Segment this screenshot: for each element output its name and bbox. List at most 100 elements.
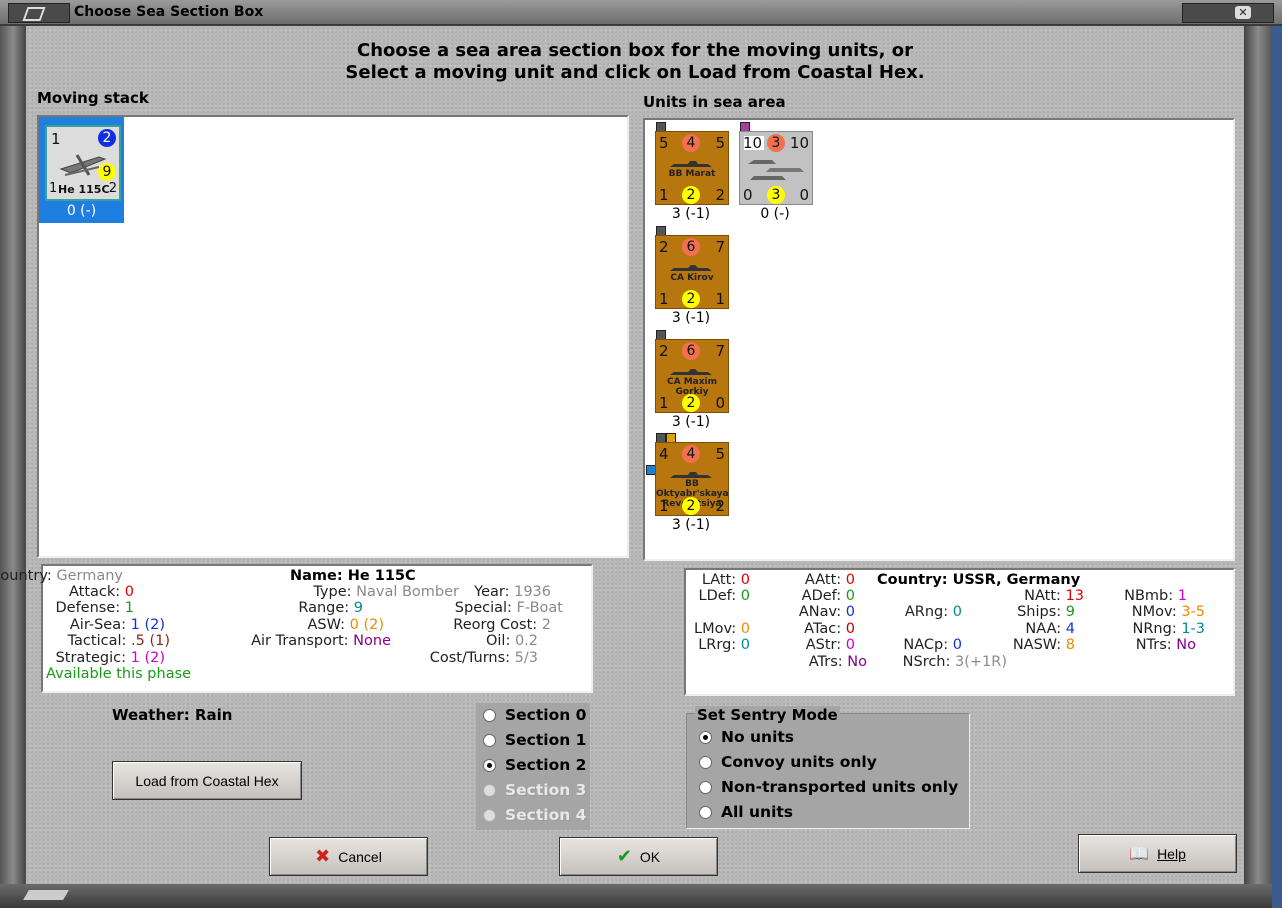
help-book-icon: 📖 — [1129, 845, 1150, 863]
sentry-non-transported-radio[interactable]: Non-transported units only — [699, 778, 958, 796]
nrng-row: NRng: 1-3 — [1132, 621, 1206, 637]
sea-area-info-panel: LAtt: 0 LDef: 0 LMov: 0 LRrg: 0 AAtt: 0 … — [684, 568, 1235, 696]
sentry-convoy-units-radio[interactable]: Convoy units only — [699, 753, 877, 771]
counter-top-left: 2 — [659, 238, 669, 256]
counter-caption: 3 (-1) — [671, 206, 711, 222]
arng-row: ARng: 0 — [904, 604, 962, 620]
counter-bottom-right: 2 — [715, 186, 725, 204]
radio-icon — [699, 755, 712, 769]
nasw-row: NASW: 8 — [1012, 637, 1075, 653]
counter-caption: 3 (-1) — [671, 310, 711, 326]
type-row: Type: Naval Bomber — [313, 584, 459, 600]
attack-row: Attack: 0 — [68, 584, 134, 600]
close-button[interactable]: ✕ — [1182, 3, 1274, 23]
counter-bottom-left: 0 — [743, 186, 753, 204]
section-1-radio[interactable]: Section 1 — [483, 731, 586, 749]
ldef-row: LDef: 0 — [698, 588, 750, 604]
close-icon: ✕ — [1235, 6, 1251, 19]
unit-counter-he115c: 1 2 9 1 He 115C 2 — [45, 125, 121, 201]
airsea-row: Air-Sea: 1 (2) — [69, 617, 165, 633]
counter-bottom-center: 2 — [682, 186, 700, 204]
unit-bottom-left: 1 — [49, 181, 58, 196]
unit-top-right: 2 — [98, 129, 116, 147]
load-from-coastal-hex-button[interactable]: Load from Coastal Hex — [112, 761, 302, 800]
sentry-no-units-radio[interactable]: No units — [699, 728, 794, 746]
counter-bottom-left: 1 — [659, 394, 669, 412]
counter-top-left: 10 — [743, 134, 763, 152]
lmov-row: LMov: 0 — [694, 621, 750, 637]
section-radio-group: Section 0 Section 1 Section 2 Section 3 … — [476, 703, 590, 830]
counter-caption: 3 (-1) — [671, 517, 711, 533]
radio-icon — [699, 780, 712, 794]
unit-counter[interactable]: 5 4 5 BB Marat 1 2 2 — [655, 131, 729, 205]
nacp-row: NACp: 0 — [903, 637, 962, 653]
country-row: Country: Germany — [0, 568, 123, 584]
moving-stack-list[interactable]: 1 2 9 1 He 115C 2 0 (-) — [37, 115, 629, 558]
aatt-row: AAtt: 0 — [804, 572, 855, 588]
sentry-mode-group: Set Sentry Mode No units Convoy units on… — [686, 706, 970, 829]
adef-row: ADef: 0 — [801, 588, 855, 604]
section-2-radio[interactable]: Section 2 — [483, 756, 586, 774]
transport-fleet-icon — [748, 160, 804, 180]
counter-bottom-right: 2 — [715, 497, 725, 515]
oil-row: Oil: 0.2 — [485, 633, 538, 649]
nbmb-row: NBmb: 1 — [1124, 588, 1187, 604]
sea-area-label: Units in sea area — [643, 93, 786, 111]
defense-row: Defense: 1 — [55, 600, 134, 616]
window-menu-icon[interactable] — [8, 3, 70, 23]
cancel-button[interactable]: ✖ Cancel — [269, 837, 428, 876]
air-transport-row: Air Transport: None — [251, 633, 391, 649]
radio-selected-icon — [483, 758, 496, 772]
instruction-line-2: Select a moving unit and click on Load f… — [345, 62, 925, 83]
counter-top-center: 6 — [682, 238, 700, 256]
counter-bottom-center: 2 — [682, 394, 700, 412]
radio-icon — [699, 805, 712, 819]
battleship-icon — [670, 472, 712, 478]
special-row: Special: F-Boat — [454, 600, 563, 616]
anav-row: ANav: 0 — [798, 604, 855, 620]
atac-row: ATac: 0 — [804, 621, 855, 637]
counter-top-right: 10 — [789, 134, 809, 152]
unit-counter[interactable]: 4 4 5 BB Oktyabr'skaya Revolutsiya 1 2 2 — [655, 442, 729, 516]
window-frame-bottom — [0, 884, 1272, 908]
asw-row: ASW: 0 (2) — [307, 617, 385, 633]
availability-status: Available this phase — [46, 666, 192, 682]
nmov-row: NMov: 3-5 — [1131, 604, 1205, 620]
section-3-radio: Section 3 — [483, 781, 586, 799]
title-bar: Choose Sea Section Box ✕ — [0, 0, 1282, 26]
section-0-radio[interactable]: Section 0 — [483, 706, 586, 724]
counter-bottom-center: 2 — [682, 290, 700, 308]
counter-top-right: 5 — [715, 445, 725, 463]
radio-icon — [483, 708, 496, 722]
help-button[interactable]: 📖 Help — [1078, 834, 1237, 873]
radio-selected-icon — [699, 730, 712, 744]
sea-area-list[interactable]: 5 4 5 BB Marat 1 2 2 3 (-1) 10 3 10 0 3 … — [643, 118, 1235, 561]
latt-row: LAtt: 0 — [701, 572, 750, 588]
window-frame-left — [0, 26, 26, 896]
counter-bottom-center: 2 — [682, 497, 700, 515]
counter-bottom-center: 3 — [767, 186, 785, 204]
radio-icon — [483, 783, 496, 797]
dialog-panel: Choose a sea area section box for the mo… — [0, 26, 1244, 884]
unit-info-panel: Country: Germany Attack: 0 Defense: 1 Ai… — [0, 564, 593, 693]
range-row: Range: 9 — [298, 600, 363, 616]
sentry-mode-title: Set Sentry Mode — [695, 706, 840, 724]
ok-button[interactable]: ✔ OK — [559, 837, 718, 876]
unit-counter[interactable]: 2 6 7 CA Maxim Gorkiy 1 2 0 — [655, 339, 729, 413]
sentry-all-units-radio[interactable]: All units — [699, 803, 793, 821]
counter-top-center: 6 — [682, 342, 700, 360]
unit-name: He 115C — [58, 183, 110, 196]
counter-top-center: 4 — [682, 134, 700, 152]
battleship-icon — [670, 161, 712, 167]
counter-top-left: 5 — [659, 134, 669, 152]
counter-top-center: 4 — [682, 445, 700, 463]
name-row: Name: He 115C — [290, 568, 416, 584]
ships-row: Ships: 9 — [1017, 604, 1075, 620]
unit-counter[interactable]: 10 3 10 0 3 0 — [739, 131, 813, 205]
counter-top-center: 3 — [767, 134, 785, 152]
unit-counter[interactable]: 2 6 7 CA Kirov 1 2 1 — [655, 235, 729, 309]
moving-unit-selected[interactable]: 1 2 9 1 He 115C 2 0 (-) — [39, 117, 124, 223]
instruction-line-1: Choose a sea area section box for the mo… — [357, 40, 913, 61]
natt-row: NAtt: 13 — [1024, 588, 1084, 604]
astr-row: AStr: 0 — [805, 637, 855, 653]
